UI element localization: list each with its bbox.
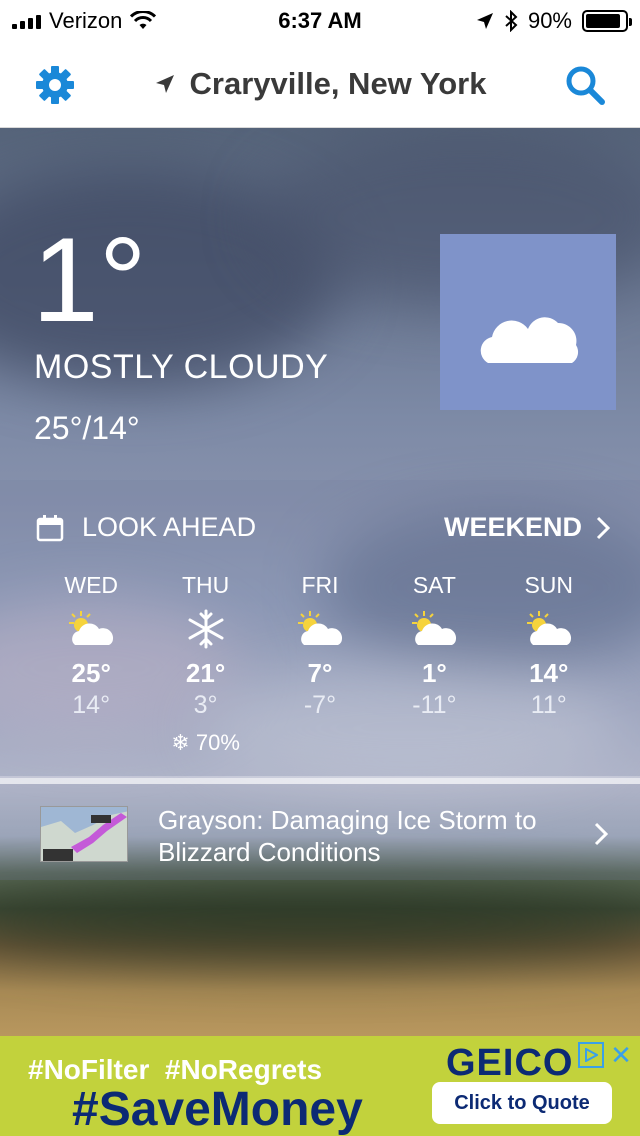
forecast-day[interactable]: THU 21° 3° ❄ 70% (148, 572, 262, 756)
forecast-day[interactable]: FRI 7° -7° (263, 572, 377, 756)
day-high: 7° (307, 658, 333, 688)
day-name: WED (64, 572, 119, 598)
ad-brand-logo: GEICO (446, 1042, 574, 1084)
partly-cloudy-icon (297, 611, 343, 645)
snowflake-icon: ❄ (171, 730, 190, 755)
status-bar: Verizon 6:37 AM 90% (0, 0, 640, 40)
snowflake-icon (188, 609, 224, 649)
story-thumbnail (40, 806, 128, 862)
search-icon[interactable] (564, 64, 606, 106)
bluetooth-icon (505, 10, 518, 32)
ad-banner[interactable]: #NoFilter #NoRegrets #SaveMoney GEICO ✕ … (0, 1036, 640, 1136)
day-name: THU (181, 572, 230, 598)
day-low: 14° (72, 691, 111, 719)
look-ahead-panel: LOOK AHEAD WEEKEND WED 25° 14° THU 21° 3… (0, 480, 640, 776)
partly-cloudy-icon (526, 611, 571, 645)
condition-tile (440, 234, 616, 410)
forecast-days: WED 25° 14° THU 21° 3° ❄ 70% FRI 7° -7° (34, 572, 606, 756)
chevron-right-icon (596, 516, 610, 539)
partly-cloudy-icon (412, 611, 457, 645)
weekend-label: WEEKEND (443, 512, 582, 542)
weekend-link[interactable]: WEEKEND (444, 512, 610, 543)
day-low: -7° (303, 691, 337, 719)
story-headline: Grayson: Damaging Ice Storm to Blizzard … (158, 805, 537, 867)
day-high: 25° (71, 658, 111, 688)
nav-bar: Craryville, New York (0, 40, 640, 128)
day-high: 21° (185, 658, 226, 688)
moon-cloud-icon (480, 279, 579, 363)
precip-value: 70% (195, 730, 240, 755)
day-high: 14° (529, 658, 569, 688)
day-low: 3° (193, 691, 218, 719)
battery-icon (582, 10, 632, 32)
news-story[interactable]: Grayson: Damaging Ice Storm to Blizzard … (0, 784, 640, 880)
ad-slogan: #SaveMoney (72, 1083, 363, 1136)
location-arrow-icon (476, 13, 493, 29)
partly-cloudy-icon (69, 611, 114, 645)
current-condition: MOSTLY CLOUDY (34, 348, 329, 386)
ad-close-icon[interactable]: ✕ (608, 1042, 634, 1068)
location-arrow-icon (155, 75, 174, 93)
status-right: 90% (476, 8, 632, 34)
current-temperature: 1° (32, 213, 147, 347)
precip-chance: ❄ 70% (148, 730, 262, 756)
day-high: 1° (421, 658, 447, 688)
day-name: SAT (412, 572, 456, 598)
forecast-day[interactable]: WED 25° 14° (34, 572, 148, 756)
location-name: Craryville, New York (189, 66, 487, 101)
day-low: -11° (412, 691, 457, 719)
high-low-temperature: 25°/14° (34, 410, 140, 446)
day-low: 11° (530, 691, 567, 719)
day-name: FRI (301, 572, 339, 598)
location-title[interactable]: Craryville, New York (0, 66, 640, 102)
look-ahead-header: LOOK AHEAD (36, 512, 256, 543)
forecast-day[interactable]: SAT 1° -11° (377, 572, 491, 756)
chevron-right-icon (594, 822, 608, 846)
look-ahead-title: LOOK AHEAD (82, 512, 257, 542)
battery-percent: 90% (527, 8, 572, 33)
forecast-day[interactable]: SUN 14° 11° (492, 572, 606, 756)
day-name: SUN (524, 572, 574, 598)
calendar-icon (36, 514, 64, 541)
ad-choices-icon[interactable] (578, 1042, 604, 1068)
click-to-quote-button[interactable]: Click to Quote (432, 1082, 612, 1124)
weather-main: 1° MOSTLY CLOUDY 25°/14° LOOK AHEAD WEEK… (0, 128, 640, 1036)
